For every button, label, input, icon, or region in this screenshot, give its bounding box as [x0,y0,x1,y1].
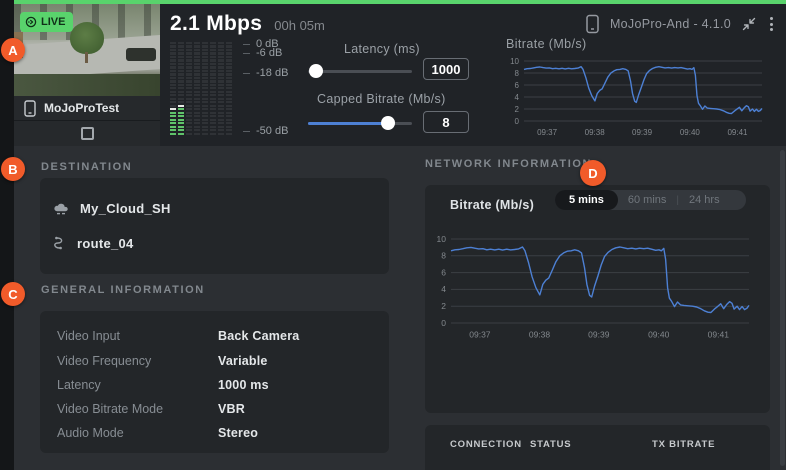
latency-input[interactable]: 1000 [423,58,469,80]
current-bitrate: 2.1 Mbps [170,12,262,36]
top-status-bar: LIVE MoJoProTest 2.1 Mbps 00h 05m 0 dB -… [14,0,786,146]
elapsed-time: 00h 05m [274,18,325,33]
tab-5-mins[interactable]: 5 mins [555,190,618,210]
svg-text:09:38: 09:38 [585,128,606,137]
svg-text:4: 4 [441,284,446,294]
svg-text:09:41: 09:41 [708,330,730,340]
general-information-title: GENERAL INFORMATION [41,284,205,296]
col-tx-bitrate: TX BITRATE [652,439,715,450]
audio-level-meter [170,42,232,135]
svg-text:6: 6 [441,267,446,277]
collapse-icon[interactable] [742,17,756,31]
left-edge-strip [0,0,14,470]
connections-table-card: CONNECTION STATUS TX BITRATE [425,425,770,470]
db-label-18: -18 dB [243,67,288,79]
device-row[interactable]: MoJoProTest [14,96,160,121]
tab-24-hrs[interactable]: 24 hrs [679,194,730,206]
chart-title: Bitrate (Mb/s) [450,198,534,212]
svg-text:09:39: 09:39 [588,330,610,340]
on-air-icon [25,16,37,28]
phone-icon [586,14,599,34]
info-row-audio-mode: Audio Mode Stereo [57,426,372,440]
destination-name: My_Cloud_SH [80,201,171,216]
svg-text:0: 0 [441,318,446,328]
app-title: MoJoPro-And - 4.1.0 [610,17,731,31]
network-information-title: NETWORK INFORMATION [425,158,592,170]
destination-title: DESTINATION [41,161,132,173]
latency-label: Latency (ms) [344,42,420,56]
col-connection: CONNECTION [450,439,530,450]
device-name: MoJoProTest [44,101,119,115]
db-label-50: -50 dB [243,125,288,137]
capped-bitrate-slider[interactable] [308,116,412,130]
capped-bitrate-label: Capped Bitrate (Mb/s) [317,92,446,106]
vertical-scrollbar[interactable] [780,150,785,466]
destination-card: My_Cloud_SH route_04 [40,178,389,274]
col-status: STATUS [530,439,652,450]
general-information-card: Video Input Back Camera Video Frequency … [40,311,389,453]
info-row-video-frequency: Video Frequency Variable [57,354,372,368]
phone-icon [24,100,36,117]
mini-bitrate-chart: 0 2 4 6 8 10 09:37 09:38 09:39 09:40 09:41 [502,54,764,146]
app-window: LIVE MoJoProTest 2.1 Mbps 00h 05m 0 dB -… [0,0,786,470]
annotation-badge-a: A [1,38,25,62]
latency-slider[interactable] [308,64,412,78]
svg-text:0: 0 [515,117,520,126]
destination-item-route[interactable]: route_04 [53,236,134,251]
mini-chart-title: Bitrate (Mb/s) [506,37,587,51]
video-preview[interactable]: LIVE [14,4,160,96]
tab-60-mins[interactable]: 60 mins [618,194,677,206]
select-checkbox[interactable] [81,127,94,140]
annotation-badge-b: B [1,157,25,181]
menu-kebab-icon[interactable] [767,16,776,32]
bitrate-chart: 0 2 4 6 8 10 09:37 09:38 09:39 09:40 09:41 [427,229,763,349]
svg-text:09:37: 09:37 [537,128,558,137]
svg-text:4: 4 [515,93,520,102]
window-controls: MoJoPro-And - 4.1.0 [586,14,776,34]
svg-text:09:37: 09:37 [469,330,491,340]
info-row-video-input: Video Input Back Camera [57,329,372,343]
svg-text:2: 2 [515,105,520,114]
select-row [14,121,160,146]
cloud-icon [53,202,70,215]
annotation-badge-d: D [580,160,606,186]
destination-item-cloud[interactable]: My_Cloud_SH [53,201,171,216]
info-row-latency: Latency 1000 ms [57,378,372,392]
live-badge: LIVE [20,12,73,32]
time-range-tabs: 5 mins 60 mins | 24 hrs [555,190,746,210]
svg-text:09:39: 09:39 [632,128,653,137]
db-label-6: -6 dB [243,47,282,59]
capped-bitrate-input[interactable]: 8 [423,111,469,133]
latency-slider-thumb[interactable] [309,64,323,78]
network-chart-card: Bitrate (Mb/s) 5 mins 60 mins | 24 hrs 0… [425,185,770,413]
route-icon [53,236,67,251]
svg-text:10: 10 [437,234,447,244]
info-row-video-bitrate-mode: Video Bitrate Mode VBR [57,402,372,416]
svg-text:2: 2 [441,301,446,311]
source-column: LIVE MoJoProTest [14,4,160,146]
live-label: LIVE [41,16,65,28]
route-name: route_04 [77,236,134,251]
svg-text:6: 6 [515,81,520,90]
svg-text:8: 8 [515,69,520,78]
connections-table-header: CONNECTION STATUS TX BITRATE [450,439,715,450]
svg-text:09:38: 09:38 [529,330,551,340]
svg-text:09:41: 09:41 [727,128,748,137]
svg-text:09:40: 09:40 [648,330,670,340]
svg-text:09:40: 09:40 [680,128,701,137]
stream-stats: 2.1 Mbps 00h 05m [170,12,325,36]
svg-text:10: 10 [510,57,519,66]
capped-bitrate-slider-thumb[interactable] [381,116,395,130]
svg-text:8: 8 [441,251,446,261]
annotation-badge-c: C [1,282,25,306]
